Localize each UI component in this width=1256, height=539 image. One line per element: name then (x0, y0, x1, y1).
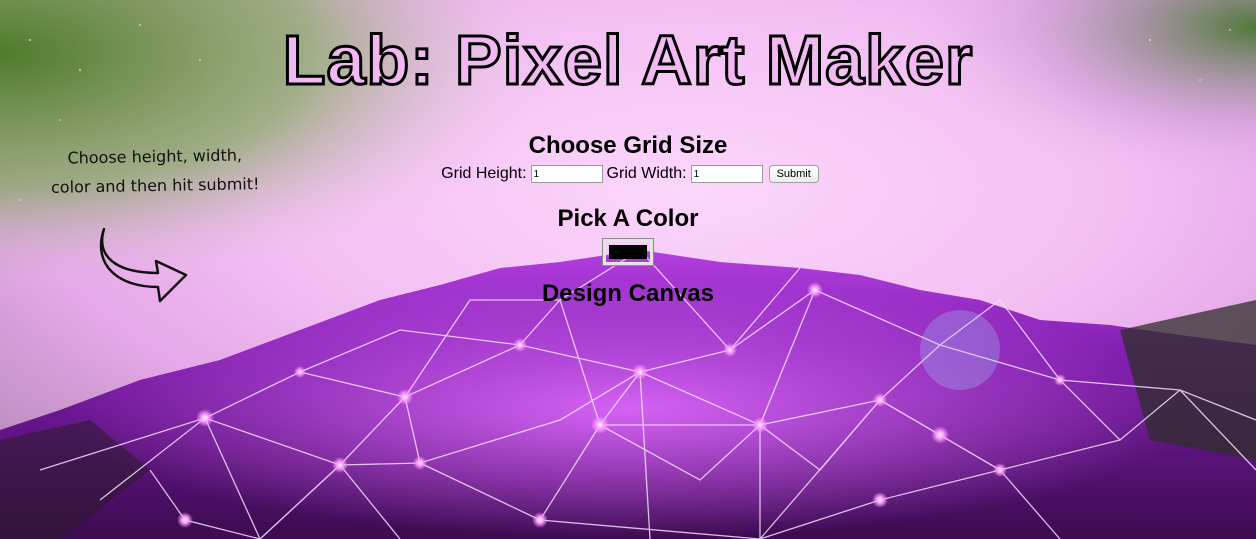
pick-color-heading: Pick A Color (557, 205, 699, 232)
grid-size-heading: Choose Grid Size (528, 132, 728, 159)
grid-height-input[interactable] (530, 165, 603, 183)
controls-panel: Choose Grid Size Grid Height: Grid Width… (0, 130, 1256, 310)
color-picker[interactable] (602, 238, 654, 266)
page-title: Lab: Pixel Art Maker (0, 18, 1256, 102)
grid-height-label: Grid Height: (441, 165, 527, 182)
submit-button[interactable]: Submit (768, 165, 819, 183)
design-canvas-heading: Design Canvas (541, 280, 715, 307)
color-picker-swatch (609, 245, 647, 259)
grid-width-label: Grid Width: (606, 165, 687, 182)
grid-width-input[interactable] (690, 165, 763, 183)
grid-size-form: Grid Height: Grid Width: Submit (4, 162, 1256, 186)
page-title-text: Lab: Pixel Art Maker (281, 20, 974, 101)
